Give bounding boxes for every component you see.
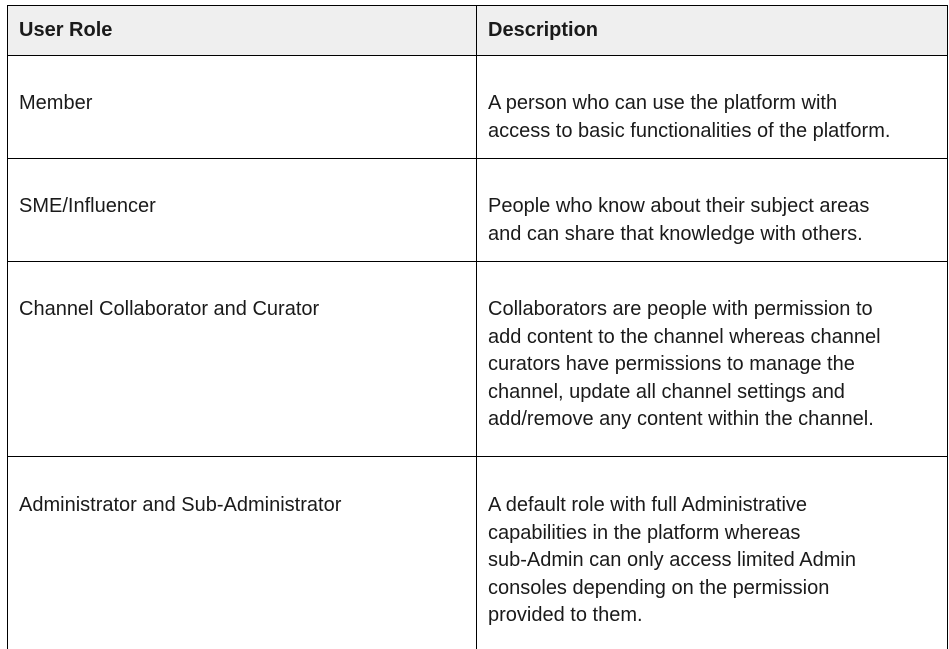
description-line: channel, update all channel settings and: [488, 380, 845, 403]
table-row: Member A person who can use the platform…: [8, 56, 948, 159]
description-cell: Collaborators are people with permission…: [477, 262, 948, 456]
description-line: A default role with full Administrative: [488, 494, 808, 516]
header-description: Description: [477, 6, 948, 55]
description-line: add content to the channel whereas chann…: [488, 325, 881, 348]
header-user-role: User Role: [8, 6, 477, 55]
description-line: A person who can use the platform with: [488, 92, 838, 114]
table-header-row: User Role Description: [8, 6, 948, 56]
user-roles-table: User Role Description Member A person wh…: [7, 5, 948, 649]
description-cell: A default role with full Administrative …: [477, 457, 948, 649]
description-line: People who know about their subject area…: [488, 195, 870, 217]
description-line: add/remove any content within the channe…: [488, 408, 874, 430]
table-row: SME/Influencer People who know about the…: [8, 159, 948, 262]
description-cell: People who know about their subject area…: [477, 159, 948, 261]
description-line: and can share that knowledge with others…: [488, 222, 863, 245]
table-row: Channel Collaborator and Curator Collabo…: [8, 262, 948, 457]
description-line: provided to them.: [488, 604, 643, 626]
description-line: curators have permissions to manage the: [488, 353, 855, 375]
role-cell: Member: [8, 56, 477, 158]
role-cell: SME/Influencer: [8, 159, 477, 261]
role-cell: Channel Collaborator and Curator: [8, 262, 477, 456]
table-row: Administrator and Sub-Administrator A de…: [8, 457, 948, 649]
role-cell: Administrator and Sub-Administrator: [8, 457, 477, 649]
description-line: Collaborators are people with permission…: [488, 298, 873, 320]
description-line: consoles depending on the permission: [488, 576, 830, 599]
description-line: access to basic functionalities of the p…: [488, 119, 891, 142]
description-line: sub-Admin can only access limited Admin: [488, 549, 856, 571]
description-cell: A person who can use the platform with a…: [477, 56, 948, 158]
description-line: capabilities in the platform whereas: [488, 521, 801, 544]
